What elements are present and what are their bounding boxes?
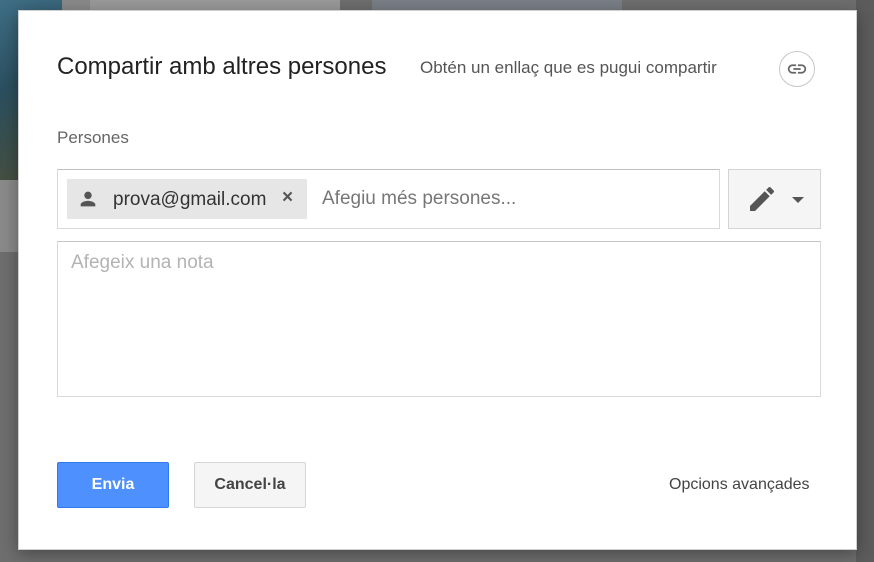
permission-dropdown-button[interactable] [728, 169, 821, 229]
share-dialog: Compartir amb altres persones Obtén un e… [18, 10, 857, 550]
note-textarea[interactable] [57, 241, 821, 397]
send-button[interactable]: Envia [57, 462, 169, 508]
background-photo-strip [90, 0, 340, 10]
background-edge [856, 0, 874, 562]
advanced-options-link[interactable]: Opcions avançades [669, 476, 810, 494]
background-photo-strip-right [372, 0, 622, 10]
people-label: Persones [57, 128, 129, 147]
link-icon[interactable] [779, 51, 815, 87]
add-people-input[interactable] [322, 186, 712, 212]
dialog-title: Compartir amb altres persones [57, 53, 387, 80]
recipient-chip: prova@gmail.com × [67, 179, 307, 219]
remove-recipient-icon[interactable]: × [282, 187, 293, 209]
cancel-button[interactable]: Cancel·la [194, 462, 306, 508]
person-icon [77, 188, 99, 210]
recipient-email: prova@gmail.com [113, 189, 267, 210]
caret-down-icon [792, 197, 804, 203]
pencil-icon [746, 183, 778, 215]
people-field[interactable]: prova@gmail.com × [57, 169, 720, 229]
get-shareable-link[interactable]: Obtén un enllaç que es pugui compartir [420, 58, 717, 78]
